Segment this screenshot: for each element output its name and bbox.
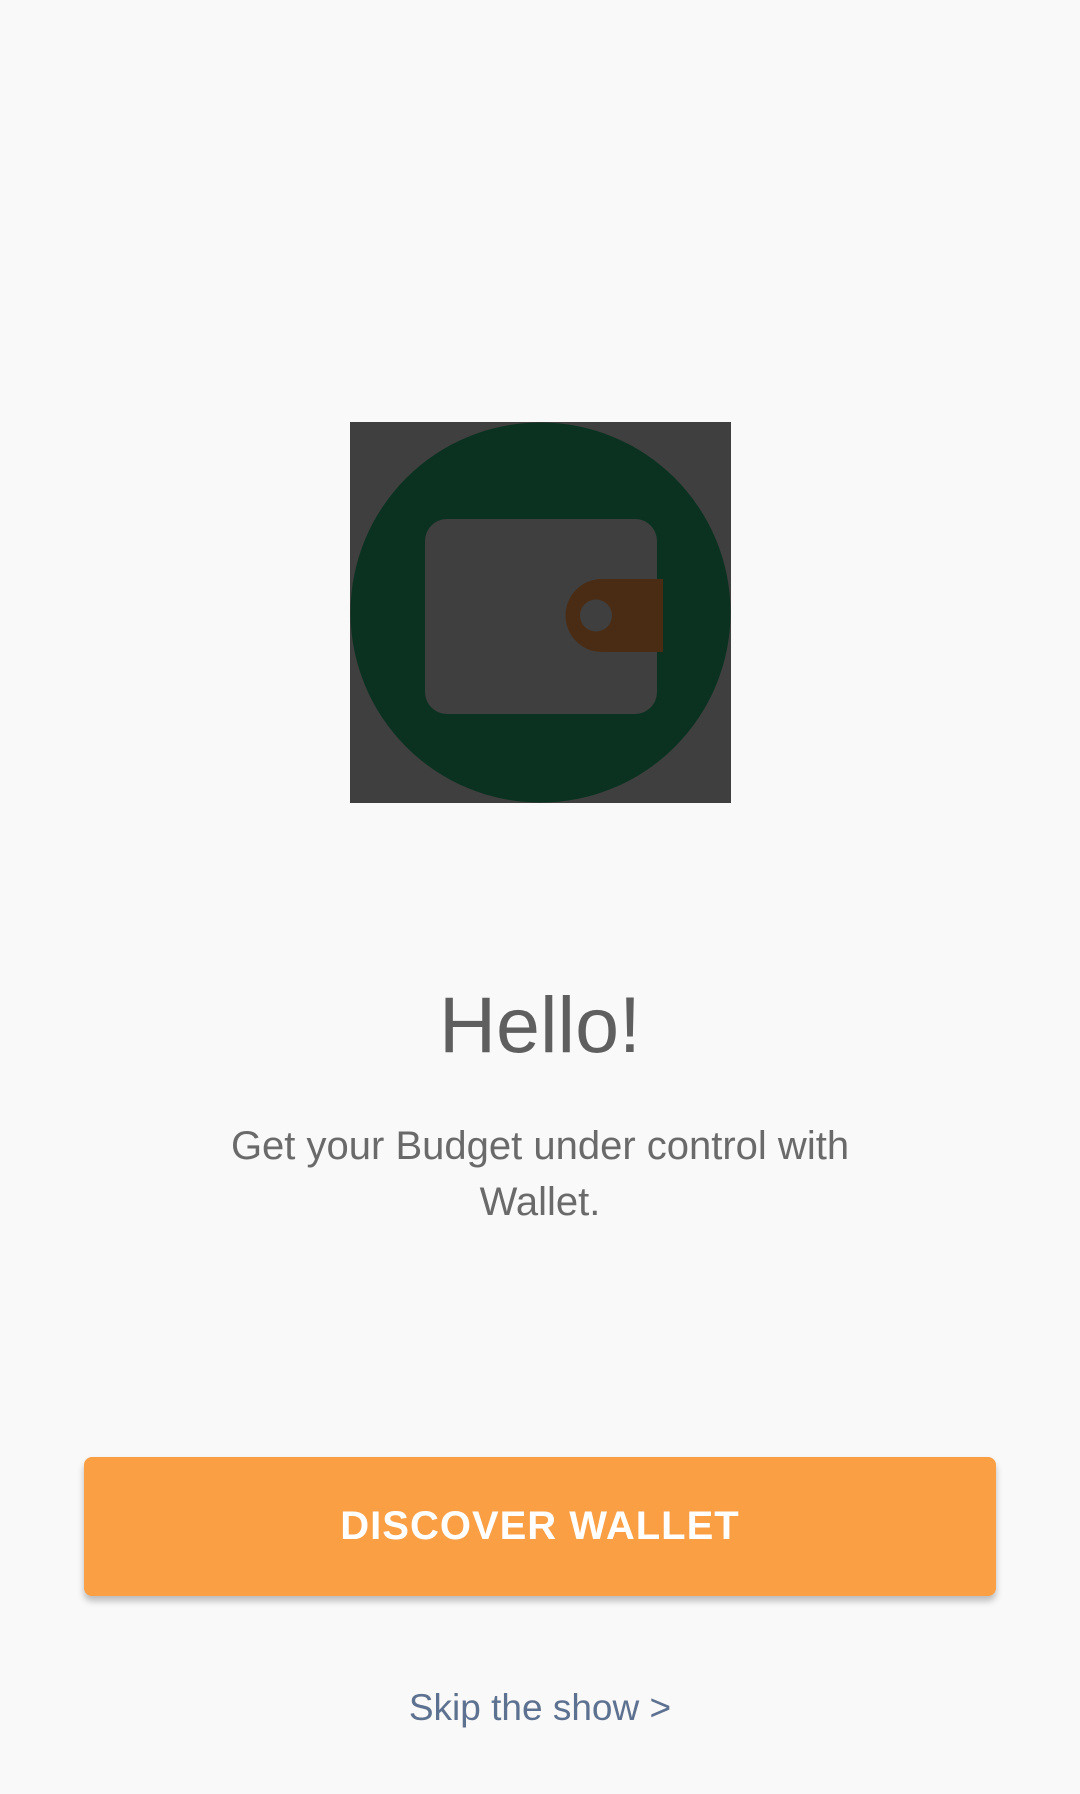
app-logo [350,422,731,803]
welcome-title: Hello! [439,980,641,1069]
discover-wallet-button[interactable]: DISCOVER WALLET [84,1457,996,1596]
welcome-subtitle: Get your Budget under control with Walle… [230,1124,850,1224]
skip-the-show-link[interactable]: Skip the show > [0,1680,1080,1736]
wallet-icon [350,422,731,803]
wallet-clasp-button [580,599,612,632]
